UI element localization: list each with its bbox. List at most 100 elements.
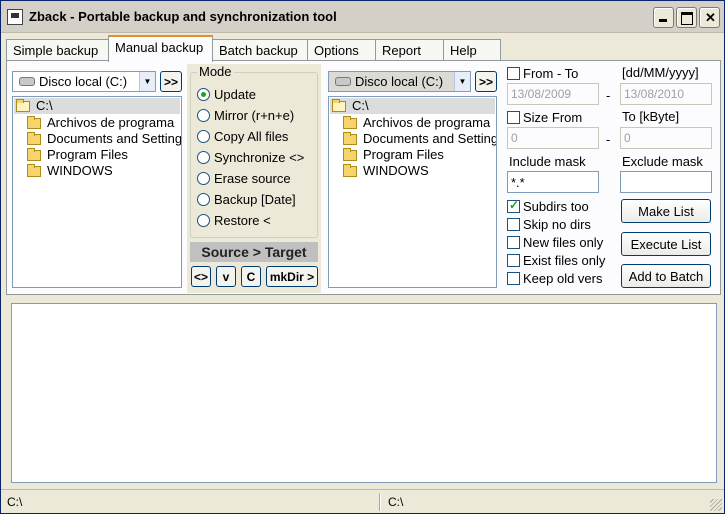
new-files-only-checkbox[interactable]: New files only <box>507 234 603 251</box>
exclude-mask-label: Exclude mask <box>622 154 703 169</box>
mode-option-erase-source[interactable]: Erase source <box>197 170 291 187</box>
target-folder-tree[interactable]: C:\ Archivos de programa Documents and S… <box>328 96 497 288</box>
radio-button[interactable] <box>197 151 210 164</box>
tree-item-label: WINDOWS <box>363 163 429 178</box>
open-folder-icon <box>16 98 30 112</box>
status-source-path: C:\ <box>7 495 23 509</box>
minimize-button[interactable] <box>653 7 674 28</box>
mode-option-label: Mirror (r+n+e) <box>214 108 295 123</box>
size-to-field[interactable]: 0 <box>620 127 712 149</box>
checkbox-label: Keep old vers <box>523 271 603 286</box>
radio-button[interactable] <box>197 130 210 143</box>
tree-item[interactable]: Archivos de programa <box>329 115 496 131</box>
mode-option-label: Erase source <box>214 171 291 186</box>
tree-item[interactable]: Documents and Settings <box>329 131 496 147</box>
tree-item-label: C:\ <box>352 98 369 113</box>
down-button[interactable]: v <box>216 266 236 287</box>
target-drive-select[interactable]: Disco local (C:) ▼ <box>328 71 471 92</box>
mkdir-button[interactable]: mkDir > <box>266 266 318 287</box>
checkbox[interactable] <box>507 218 520 231</box>
add-to-batch-button[interactable]: Add to Batch <box>621 264 711 288</box>
checkbox[interactable] <box>507 236 520 249</box>
folder-icon <box>343 131 357 145</box>
title-bar[interactable]: Zback - Portable backup and synchronizat… <box>1 1 724 33</box>
tree-item[interactable]: Program Files <box>13 147 181 163</box>
subdirs-checkbox[interactable]: Subdirs too <box>507 198 589 215</box>
tab-options[interactable]: Options <box>307 39 376 61</box>
tree-item[interactable]: WINDOWS <box>329 163 496 179</box>
tree-item[interactable]: WINDOWS <box>13 163 181 179</box>
tree-item[interactable]: Documents and Settings <box>13 131 181 147</box>
mode-option-label: Synchronize <> <box>214 150 305 165</box>
checkbox-label: Skip no dirs <box>523 217 591 232</box>
direction-label: Source > Target <box>190 242 318 262</box>
mode-option-copy-all[interactable]: Copy All files <box>197 128 288 145</box>
date-to-field[interactable]: 13/08/2010 <box>620 83 712 105</box>
tree-item-label: Archivos de programa <box>47 115 175 130</box>
checkbox-label: Subdirs too <box>523 199 589 214</box>
tree-item-label: Documents and Settings <box>47 131 182 146</box>
mode-group: Mode Update Mirror (r+n+e) Copy All file… <box>190 64 318 238</box>
tree-item-label: WINDOWS <box>47 163 113 178</box>
tab-simple-backup[interactable]: Simple backup <box>6 39 109 61</box>
mode-option-backup-date[interactable]: Backup [Date] <box>197 191 296 208</box>
size-from-field[interactable]: 0 <box>507 127 599 149</box>
folder-icon <box>27 147 41 161</box>
radio-button[interactable] <box>197 109 210 122</box>
target-drive-label: Disco local (C:) <box>355 74 444 89</box>
radio-button[interactable] <box>197 214 210 227</box>
tab-help[interactable]: Help <box>443 39 501 61</box>
make-list-button[interactable]: Make List <box>621 199 711 223</box>
keep-old-versions-checkbox[interactable]: Keep old vers <box>507 270 603 287</box>
copy-path-button[interactable]: C <box>241 266 261 287</box>
close-button[interactable]: ✕ <box>699 7 720 28</box>
app-icon <box>7 9 23 25</box>
maximize-button[interactable] <box>676 7 697 28</box>
size-filter-checkbox[interactable]: Size From <box>507 109 582 126</box>
log-output-area[interactable] <box>11 303 717 483</box>
folder-icon <box>343 115 357 129</box>
skip-no-dirs-checkbox[interactable]: Skip no dirs <box>507 216 591 233</box>
mode-title: Mode <box>197 64 234 79</box>
radio-button[interactable] <box>197 172 210 185</box>
radio-button[interactable] <box>197 193 210 206</box>
target-go-button[interactable]: >> <box>475 71 497 92</box>
mode-option-label: Update <box>214 87 256 102</box>
mode-option-restore[interactable]: Restore < <box>197 212 271 229</box>
chevron-down-icon[interactable]: ▼ <box>139 72 155 91</box>
source-drive-select[interactable]: Disco local (C:) ▼ <box>12 71 156 92</box>
checkbox[interactable] <box>507 254 520 267</box>
checkbox[interactable] <box>507 272 520 285</box>
swap-button[interactable]: <> <box>191 266 211 287</box>
source-folder-tree[interactable]: C:\ Archivos de programa Documents and S… <box>12 96 182 288</box>
tab-report[interactable]: Report <box>375 39 444 61</box>
size-filter-label: Size From <box>523 110 583 125</box>
tree-item[interactable]: C:\ <box>14 98 180 114</box>
tree-item[interactable]: Program Files <box>329 147 496 163</box>
exclude-mask-input[interactable] <box>620 171 712 193</box>
resize-grip-icon[interactable] <box>710 499 722 511</box>
execute-list-button[interactable]: Execute List <box>621 232 711 256</box>
radio-button[interactable] <box>197 88 210 101</box>
source-go-button[interactable]: >> <box>160 71 182 92</box>
tree-item[interactable]: C:\ <box>330 98 495 114</box>
date-filter-checkbox[interactable]: From - To <box>507 65 578 82</box>
date-from-field[interactable]: 13/08/2009 <box>507 83 599 105</box>
mode-option-update[interactable]: Update <box>197 86 256 103</box>
mode-option-synchronize[interactable]: Synchronize <> <box>197 149 304 166</box>
open-folder-icon <box>332 98 346 112</box>
chevron-down-icon[interactable]: ▼ <box>454 72 470 91</box>
checkbox[interactable] <box>507 111 520 124</box>
checkbox[interactable] <box>507 198 520 213</box>
tree-item-label: Program Files <box>363 147 444 162</box>
tab-batch-backup[interactable]: Batch backup <box>212 39 308 61</box>
tree-item[interactable]: Archivos de programa <box>13 115 181 131</box>
tree-item-label: Archivos de programa <box>363 115 491 130</box>
folder-icon <box>343 163 357 177</box>
folder-icon <box>27 163 41 177</box>
include-mask-input[interactable]: *.* <box>507 171 599 193</box>
checkbox[interactable] <box>507 67 520 80</box>
exist-files-only-checkbox[interactable]: Exist files only <box>507 252 605 269</box>
mode-option-mirror[interactable]: Mirror (r+n+e) <box>197 107 294 124</box>
tab-manual-backup[interactable]: Manual backup <box>108 35 213 62</box>
